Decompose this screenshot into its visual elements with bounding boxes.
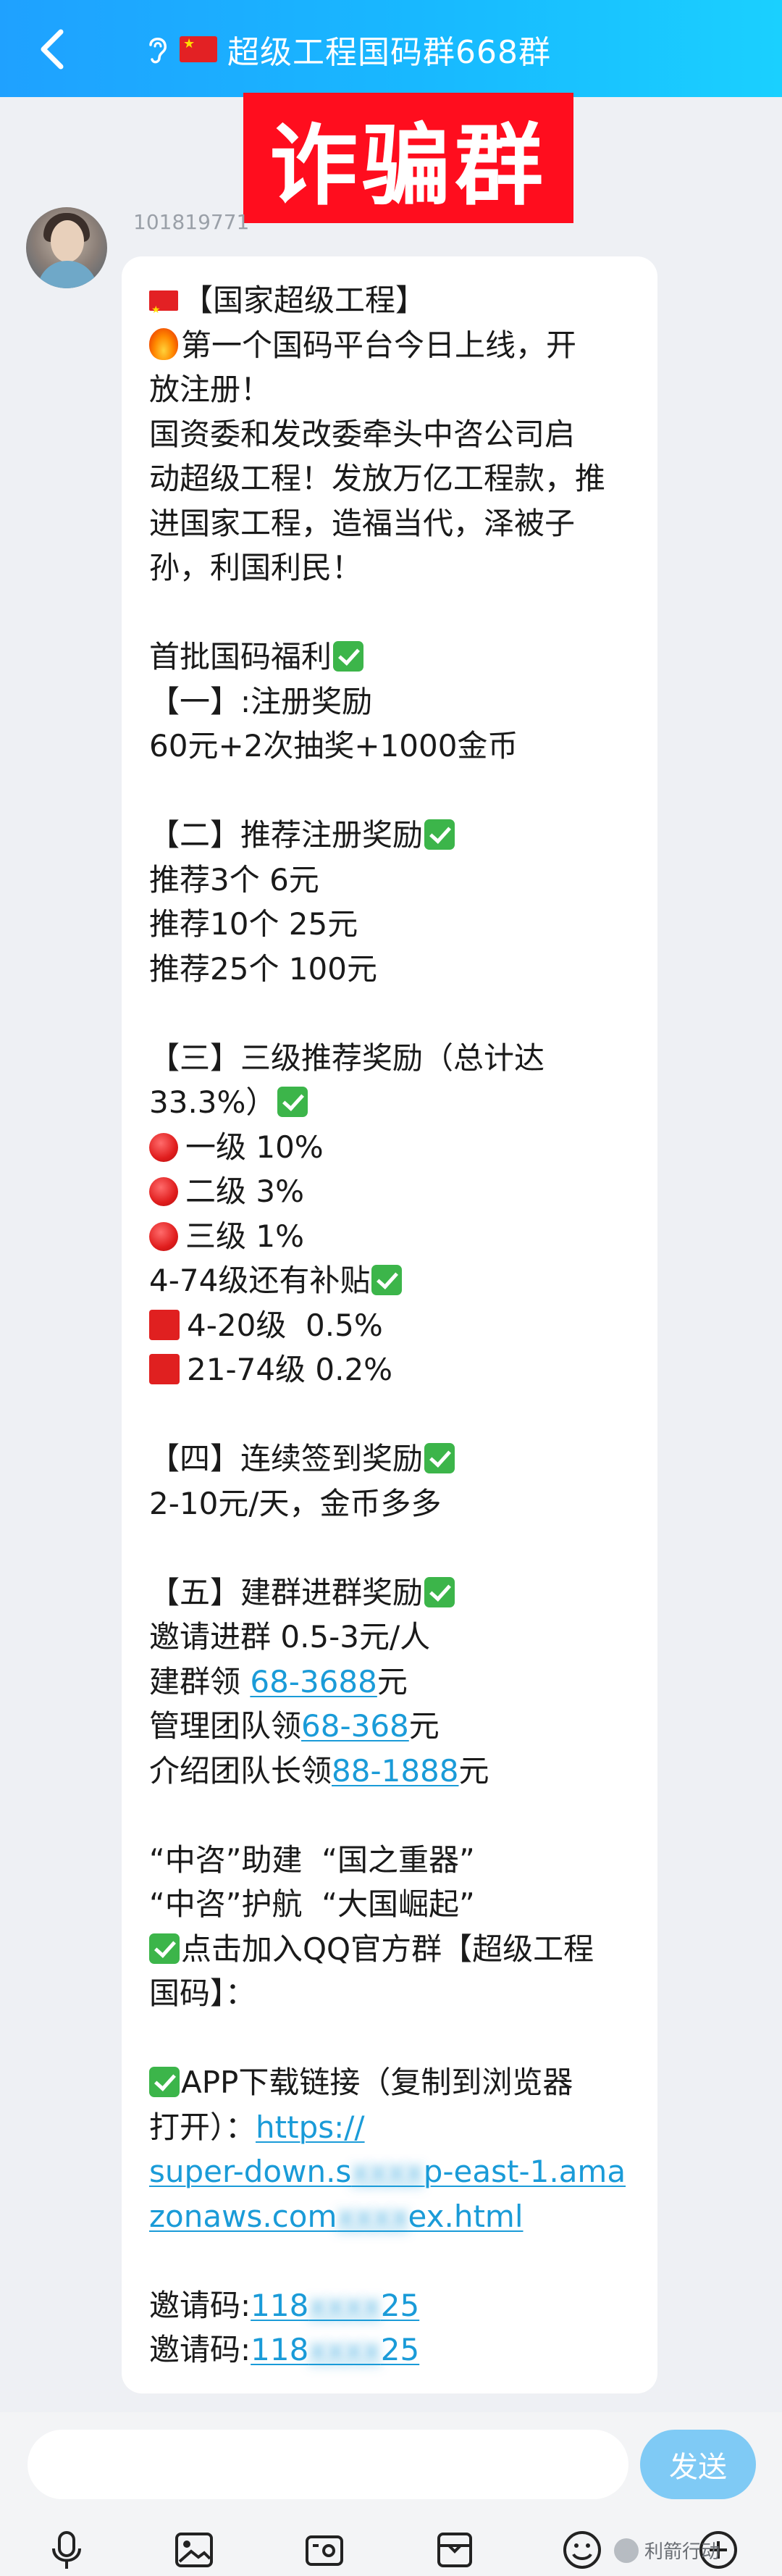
check-icon	[424, 819, 455, 850]
gift-icon[interactable]	[433, 2528, 476, 2572]
check-icon	[371, 1265, 403, 1295]
message-line: 点击加入QQ官方群【超级工程	[149, 1927, 628, 1972]
message-line: 第一个国码平台今日上线，开	[149, 323, 628, 368]
emoji-icon[interactable]	[560, 2528, 604, 2572]
message-line: 管理团队领68-368元	[149, 1708, 440, 1744]
send-button[interactable]: 发送	[640, 2430, 756, 2499]
scam-warning-text: 诈骗群	[269, 114, 547, 217]
phone-link[interactable]: 68-3688	[250, 1664, 377, 1699]
ear-icon	[149, 38, 167, 64]
message-line: 【一】:注册奖励	[149, 683, 373, 719]
input-area: 发送 利箭行动	[0, 2412, 782, 2576]
chat-title: 超级工程国码群668群	[227, 34, 551, 71]
chat-header: ★ 超级工程国码群668群	[0, 0, 782, 97]
red-square-icon	[149, 1354, 180, 1384]
message-line: 33.3%）	[149, 1080, 628, 1125]
message-line: 介绍团队长领88-1888元	[149, 1752, 489, 1789]
message-line: 国资委和发改委牵头中咨公司启	[149, 416, 576, 452]
message-line: 21-74级 0.2%	[149, 1347, 628, 1392]
message-line: 【五】建群进群奖励	[149, 1571, 628, 1615]
message-line: 2-10元/天，金币多多	[149, 1485, 442, 1521]
message-line: “中咨”护航 “大国崛起”	[149, 1886, 475, 1922]
avatar[interactable]	[26, 207, 107, 288]
invite-code-link[interactable]: 118xxxx25	[251, 2288, 419, 2323]
message-line: 60元+2次抽奖+1000金币	[149, 728, 518, 764]
message-line: 4-74级还有补贴	[149, 1258, 628, 1303]
check-icon	[424, 1576, 455, 1607]
message-line: 进国家工程，造福当代，泽被子	[149, 505, 576, 541]
invite-code-link[interactable]: 118xxxx25	[251, 2332, 419, 2367]
message-line: 动超级工程！发放万亿工程款，推	[149, 461, 606, 496]
message-line: 三级 1%	[149, 1214, 628, 1259]
wechat-logo-icon	[614, 2538, 639, 2563]
download-link[interactable]: super-down.sxxxxp-east-1.ama	[149, 2154, 626, 2189]
message-line: super-down.sxxxxp-east-1.ama	[149, 2149, 628, 2194]
message-line: 邀请码:118xxxx25	[149, 2287, 420, 2323]
message-line: 推荐3个 6元	[149, 861, 319, 898]
china-flag-icon: ★	[180, 36, 217, 62]
download-link[interactable]: https://	[256, 2109, 365, 2145]
phone-link[interactable]: 68-368	[301, 1708, 409, 1744]
check-icon	[333, 641, 364, 672]
phone-link[interactable]: 88-1888	[332, 1753, 459, 1789]
check-icon	[424, 1443, 455, 1473]
red-circle-icon	[149, 1221, 178, 1251]
download-link[interactable]: zonaws.comxxxxex.html	[149, 2199, 524, 2234]
china-flag-icon	[149, 288, 178, 333]
message-line: zonaws.comxxxxex.html	[149, 2194, 628, 2239]
message-line: 建群领 68-3688元	[149, 1663, 408, 1699]
watermark-text: 利箭行动	[644, 2541, 720, 2563]
message-bubble[interactable]: 【国家超级工程】 第一个国码平台今日上线，开 放注册！ 国资委和发改委牵头中咨公…	[122, 256, 657, 2393]
red-circle-icon	[149, 1132, 178, 1162]
message-line: 打开）：https://	[149, 2109, 365, 2145]
sender-id[interactable]: 101819771	[133, 210, 249, 234]
message-line: 一级 10%	[149, 1125, 628, 1170]
check-icon	[277, 1087, 308, 1117]
message-line: 推荐25个 100元	[149, 950, 377, 987]
red-square-icon	[149, 1309, 180, 1340]
watermark: 利箭行动	[614, 2537, 720, 2564]
message-input[interactable]	[28, 2430, 628, 2499]
message-line: 【二】推荐注册奖励	[149, 813, 628, 858]
scam-warning-label: 诈骗群	[243, 93, 573, 223]
message-line: 首批国码福利	[149, 635, 628, 679]
check-icon	[149, 2067, 180, 2097]
message-line: 放注册！	[149, 372, 272, 407]
microphone-icon[interactable]	[45, 2528, 88, 2572]
message-line: 孙，利国利民！	[149, 550, 363, 585]
message-line: 国码】：	[149, 1975, 256, 2011]
message-line: 4-20级 0.5%	[149, 1303, 628, 1348]
red-circle-icon	[149, 1177, 178, 1206]
video-icon[interactable]	[303, 2528, 346, 2572]
message-line: 【四】连续签到奖励	[149, 1437, 628, 1481]
check-icon	[149, 1933, 180, 1964]
image-icon[interactable]	[172, 2528, 216, 2572]
message-line: APP下载链接（复制到浏览器	[149, 2060, 628, 2105]
message-line: “中咨”助建 “国之重器”	[149, 1841, 475, 1878]
chat-title-group[interactable]: ★ 超级工程国码群668群	[145, 26, 551, 72]
message-line: 【三】三级推荐奖励（总计达	[149, 1040, 545, 1076]
message-line: 推荐10个 25元	[149, 906, 358, 942]
message-line: 【国家超级工程】	[149, 278, 628, 333]
message-line: 二级 3%	[149, 1169, 628, 1214]
message-line: 邀请码:118xxxx25	[149, 2332, 420, 2367]
message-line: 邀请进群 0.5-3元/人	[149, 1619, 431, 1655]
chevron-left-icon[interactable]	[35, 28, 72, 71]
